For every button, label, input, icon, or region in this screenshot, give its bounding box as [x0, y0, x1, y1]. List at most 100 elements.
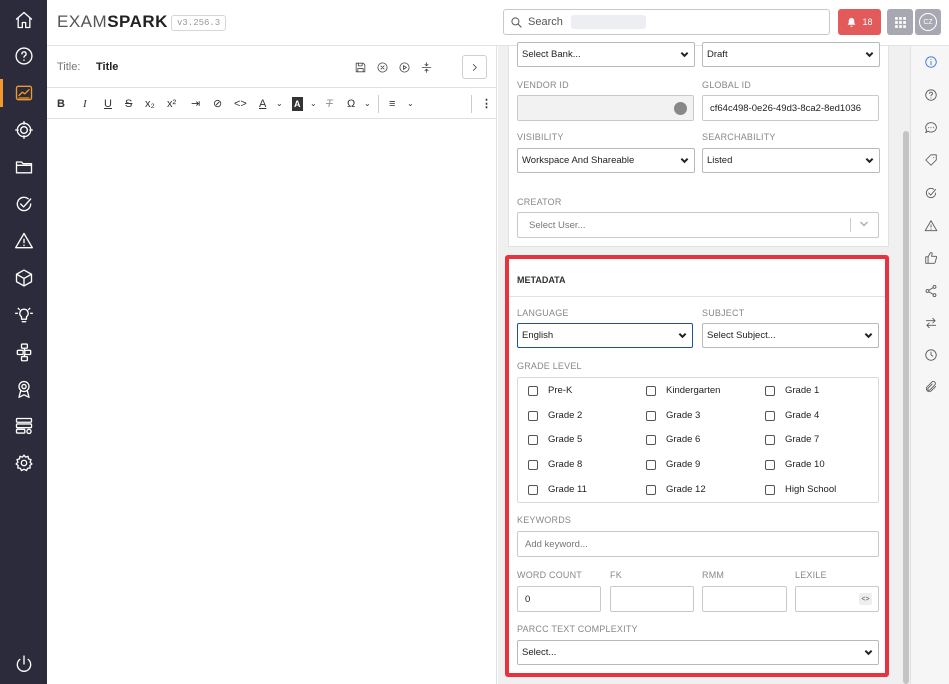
grade-checkbox[interactable]: Grade 7 [765, 434, 819, 445]
checkbox[interactable] [646, 484, 656, 495]
scrollbar-thumb[interactable] [903, 131, 909, 684]
chevron-down-icon[interactable]: ⌄ [276, 97, 283, 111]
keywords-input[interactable]: Add keyword... [517, 531, 879, 557]
apps-grid-button[interactable] [887, 9, 913, 35]
thumbs-up-icon[interactable] [911, 246, 949, 270]
more-options-button[interactable]: ⋮ [481, 97, 492, 111]
status-select[interactable]: Draft [702, 42, 880, 67]
grade-checkbox[interactable]: Grade 12 [646, 484, 706, 495]
special-char-button[interactable]: Ω [347, 97, 355, 111]
comment-icon[interactable] [911, 116, 949, 140]
bold-button[interactable]: B [57, 97, 65, 111]
collapse-panel-button[interactable] [462, 55, 487, 79]
help-icon[interactable] [911, 83, 949, 107]
chevron-down-icon[interactable]: ⌄ [364, 97, 371, 111]
checkbox[interactable] [528, 434, 538, 445]
warning-icon[interactable] [911, 214, 949, 238]
checkbox[interactable] [765, 459, 775, 470]
italic-button[interactable]: I [83, 97, 87, 111]
checkbox[interactable] [646, 459, 656, 470]
indent-button[interactable]: ⇥ [191, 97, 200, 111]
chevron-down-icon[interactable]: ⌄ [310, 97, 317, 111]
link-button[interactable]: ⊘ [213, 97, 222, 111]
warning-icon[interactable] [0, 225, 47, 257]
fk-field[interactable] [610, 586, 694, 612]
edit-icon[interactable] [674, 102, 687, 115]
clear-format-button[interactable]: T [326, 97, 333, 111]
editor-body[interactable] [47, 120, 497, 684]
check-circle-icon[interactable] [0, 188, 47, 220]
properties-scrollbar[interactable] [902, 46, 910, 684]
grade-checkbox[interactable]: Grade 11 [528, 484, 587, 495]
gear-icon[interactable] [0, 447, 47, 479]
bg-color-button[interactable]: A [292, 97, 303, 111]
help-icon[interactable] [0, 40, 47, 72]
check-circle-icon[interactable] [911, 181, 949, 205]
expand-vertical-icon[interactable] [415, 58, 437, 76]
vendor-id-field[interactable] [517, 95, 694, 121]
badge-icon[interactable] [0, 373, 47, 405]
reports-icon[interactable] [0, 77, 47, 109]
strikethrough-button[interactable]: S [125, 97, 132, 111]
checkbox[interactable] [646, 434, 656, 445]
title-value[interactable]: Title [96, 61, 118, 73]
grade-checkbox[interactable]: High School [765, 484, 836, 495]
play-icon[interactable] [393, 58, 415, 76]
lexile-field[interactable]: <> [795, 586, 879, 612]
target-icon[interactable] [0, 114, 47, 146]
share-icon[interactable] [911, 279, 949, 303]
app-logo[interactable]: EXAMSPARK [57, 12, 168, 32]
power-icon[interactable] [0, 648, 47, 680]
creator-select[interactable]: Select User... [517, 212, 879, 238]
cube-icon[interactable] [0, 262, 47, 294]
checkbox[interactable] [646, 410, 656, 421]
grade-checkbox[interactable]: Grade 3 [646, 410, 700, 421]
search-input[interactable]: Search [503, 9, 830, 35]
global-id-field[interactable]: cf64c498-0e26-49d3-8ca2-8ed1036 [702, 95, 879, 121]
grade-checkbox[interactable]: Grade 1 [765, 385, 819, 396]
user-avatar-button[interactable]: CZ [915, 9, 941, 35]
checkbox[interactable] [528, 484, 538, 495]
checkbox[interactable] [765, 385, 775, 396]
checkbox[interactable] [765, 484, 775, 495]
checkbox[interactable] [646, 385, 656, 396]
bank-select[interactable]: Select Bank... [517, 42, 695, 67]
grade-checkbox[interactable]: Grade 2 [528, 410, 582, 421]
grade-checkbox[interactable]: Grade 6 [646, 434, 700, 445]
subscript-button[interactable]: x₂ [145, 97, 155, 111]
checkbox[interactable] [528, 459, 538, 470]
grade-checkbox[interactable]: Pre-K [528, 385, 572, 396]
chevron-down-icon[interactable]: ⌄ [407, 97, 414, 111]
tag-icon[interactable] [911, 148, 949, 172]
swap-icon[interactable] [911, 311, 949, 335]
searchability-select[interactable]: Listed [702, 148, 880, 173]
parcc-select[interactable]: Select... [517, 640, 879, 665]
grade-checkbox[interactable]: Kindergarten [646, 385, 720, 396]
checkbox[interactable] [528, 385, 538, 396]
grade-checkbox[interactable]: Grade 5 [528, 434, 582, 445]
history-icon[interactable] [911, 343, 949, 367]
visibility-select[interactable]: Workspace And Shareable [517, 148, 695, 173]
superscript-button[interactable]: x² [167, 97, 176, 111]
subject-select[interactable]: Select Subject... [702, 323, 879, 348]
font-color-button[interactable]: A [259, 97, 266, 111]
language-select[interactable]: English [517, 323, 693, 348]
code-button[interactable]: <> [234, 97, 247, 111]
checkbox[interactable] [765, 434, 775, 445]
save-icon[interactable] [349, 58, 371, 76]
align-button[interactable]: ≡ [389, 97, 395, 111]
home-icon[interactable] [0, 4, 47, 36]
word-count-field[interactable]: 0 [517, 586, 601, 612]
grade-checkbox[interactable]: Grade 4 [765, 410, 819, 421]
grade-checkbox[interactable]: Grade 9 [646, 459, 700, 470]
paperclip-icon[interactable] [911, 375, 949, 399]
rmm-field[interactable] [702, 586, 787, 612]
grade-checkbox[interactable]: Grade 10 [765, 459, 825, 470]
info-icon[interactable] [911, 50, 949, 74]
checkbox[interactable] [765, 410, 775, 421]
folder-icon[interactable] [0, 151, 47, 183]
underline-button[interactable]: U [104, 97, 112, 111]
code-toggle-icon[interactable]: <> [859, 593, 872, 605]
notifications-button[interactable]: 18 [838, 9, 881, 35]
checkbox[interactable] [528, 410, 538, 421]
